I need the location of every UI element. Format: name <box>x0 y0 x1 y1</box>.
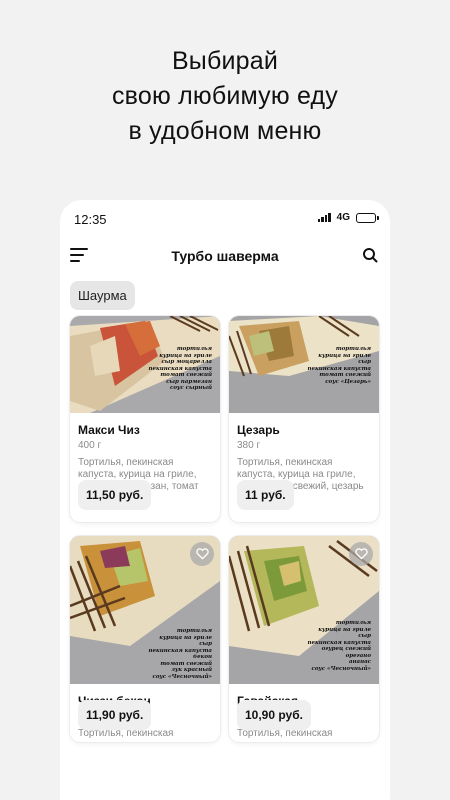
product-card[interactable]: тортилья курица на гриле сыр пекинская к… <box>70 536 220 742</box>
product-card[interactable]: тортилья курица на гриле сыр пекинская к… <box>229 316 379 522</box>
product-card[interactable]: тортилья курица на гриле сыр моцарелла п… <box>70 316 220 522</box>
phone-screen: 12:35 4G Турбо шаверма Шаурма тортилья к… <box>60 200 390 800</box>
promo-line-2: свою любимую еду <box>111 82 339 110</box>
product-photo: тортилья курица на гриле сыр моцарелла п… <box>70 316 220 413</box>
search-icon[interactable] <box>362 247 378 263</box>
battery-icon <box>356 212 379 223</box>
price-button[interactable]: 11 руб. <box>237 480 294 510</box>
price-button[interactable]: 11,50 руб. <box>78 480 152 510</box>
signal-icon <box>317 213 331 222</box>
category-chips: Шаурма <box>60 274 390 318</box>
product-weight: 400 г <box>78 440 102 451</box>
app-bar: Турбо шаверма <box>60 238 390 274</box>
category-chip-shawarma[interactable]: Шаурма <box>70 281 135 310</box>
product-photo: тортилья курица на гриле сыр пекинская к… <box>229 316 379 413</box>
product-photo: тортилья курица на гриле сыр пекинская к… <box>70 536 220 684</box>
photo-caption: тортилья курица на гриле сыр пекинская к… <box>148 628 212 680</box>
status-time: 12:35 <box>74 212 107 227</box>
price-button[interactable]: 11,90 руб. <box>78 700 152 730</box>
promo-heading: Выбирай свою любимую еду в удобном меню <box>0 44 450 149</box>
product-description: Тортилья, пекинская капуста, курица на г… <box>237 728 355 742</box>
product-weight: 380 г <box>237 440 261 451</box>
promo-line-1: Выбирай <box>171 47 279 75</box>
product-description: Тортилья, пекинская капуста, курица на г… <box>78 728 196 742</box>
product-card[interactable]: тортилья курица на гриле сыр пекинская к… <box>229 536 379 742</box>
photo-caption: тортилья курица на гриле сыр моцарелла п… <box>148 346 212 391</box>
photo-caption: тортилья курица на гриле сыр пекинская к… <box>307 620 371 672</box>
network-type: 4G <box>336 212 350 223</box>
photo-caption: тортилья курица на гриле сыр пекинская к… <box>307 346 371 385</box>
favorite-heart-icon[interactable] <box>190 542 214 566</box>
product-name: Макси Чиз <box>78 423 140 437</box>
app-title: Турбо шаверма <box>171 248 279 264</box>
product-photo: тортилья курица на гриле сыр пекинская к… <box>229 536 379 684</box>
price-button[interactable]: 10,90 руб. <box>237 700 311 730</box>
product-name: Цезарь <box>237 423 280 437</box>
status-bar: 12:35 4G <box>60 200 390 238</box>
promo-line-3: в удобном меню <box>128 117 322 145</box>
favorite-heart-icon[interactable] <box>349 542 373 566</box>
